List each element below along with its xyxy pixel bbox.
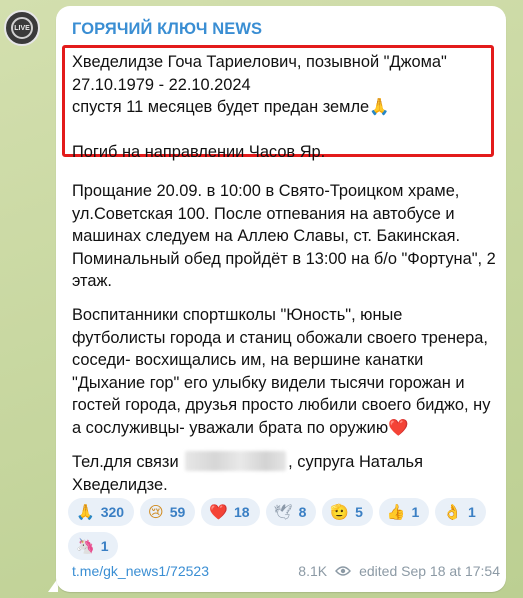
reaction-ok-hand[interactable]: 👌 1 [435, 498, 486, 526]
ok-hand-icon: 👌 [443, 504, 463, 521]
reaction-count: 59 [169, 504, 186, 520]
reaction-count: 5 [355, 504, 363, 520]
reaction-dove[interactable]: 🕊 8 [265, 498, 317, 526]
post-link[interactable]: t.me/gk_news1/72523 [72, 563, 209, 579]
reactions-bar: 🙏 320 😢 59 ❤️ 18 🕊 8 🫡 5 👍 1 👌 1 🦄 1 [68, 498, 500, 560]
crying-face-icon: 😢 [148, 504, 164, 521]
reaction-count: 1 [411, 504, 420, 520]
channel-name[interactable]: ГОРЯЧИЙ КЛЮЧ NEWS [72, 20, 262, 39]
pray-icon: 🙏 [76, 504, 95, 521]
contact-prefix: Тел.для связи [72, 453, 179, 471]
highlighted-text: Хведелидзе Гоча Тариелович, позывной "Дж… [72, 53, 447, 161]
reaction-unicorn[interactable]: 🦄 1 [68, 532, 119, 560]
reaction-cry[interactable]: 😢 59 [140, 498, 196, 526]
thumbs-up-icon: 👍 [386, 504, 406, 521]
reaction-count: 320 [100, 504, 125, 520]
reaction-salute[interactable]: 🫡 5 [322, 498, 373, 526]
reaction-heart[interactable]: ❤️ 18 [201, 498, 260, 526]
view-count: 8.1K [298, 563, 328, 579]
students-text: Воспитанники спортшколы "Юность", юные ф… [72, 304, 500, 439]
message-bubble: ГОРЯЧИЙ КЛЮЧ NEWS Хведелидзе Гоча Тариел… [56, 6, 506, 592]
blurred-phone [185, 451, 287, 471]
avatar-logo-icon: LIVE [11, 17, 33, 39]
students-text-body: Воспитанники спортшколы "Юность", юные ф… [72, 306, 491, 437]
farewell-text: Прощание 20.09. в 10:00 в Свято-Троицком… [72, 182, 496, 290]
message-meta: 8.1K edited Sep 18 at 17:54 [298, 563, 500, 579]
unicorn-icon: 🦄 [76, 538, 95, 555]
reaction-count: 8 [298, 504, 307, 520]
reaction-count: 1 [100, 538, 109, 554]
heart-icon: ❤️ [388, 418, 409, 437]
heart-icon: ❤️ [209, 504, 228, 521]
reaction-pray[interactable]: 🙏 320 [68, 498, 135, 526]
reaction-thumbs-up[interactable]: 👍 1 [378, 498, 430, 526]
contact-text: Тел.для связи , супруга Наталья Хведелид… [72, 451, 500, 496]
reaction-count: 1 [468, 504, 476, 520]
dove-icon: 🕊 [273, 504, 293, 521]
message-footer: t.me/gk_news1/72523 8.1K edited Sep 18 a… [72, 563, 500, 579]
salute-face-icon: 🫡 [330, 504, 350, 521]
channel-avatar[interactable]: LIVE [4, 10, 40, 46]
eye-icon [335, 566, 352, 576]
edited-timestamp: edited Sep 18 at 17:54 [359, 563, 500, 579]
reaction-count: 18 [233, 504, 250, 520]
